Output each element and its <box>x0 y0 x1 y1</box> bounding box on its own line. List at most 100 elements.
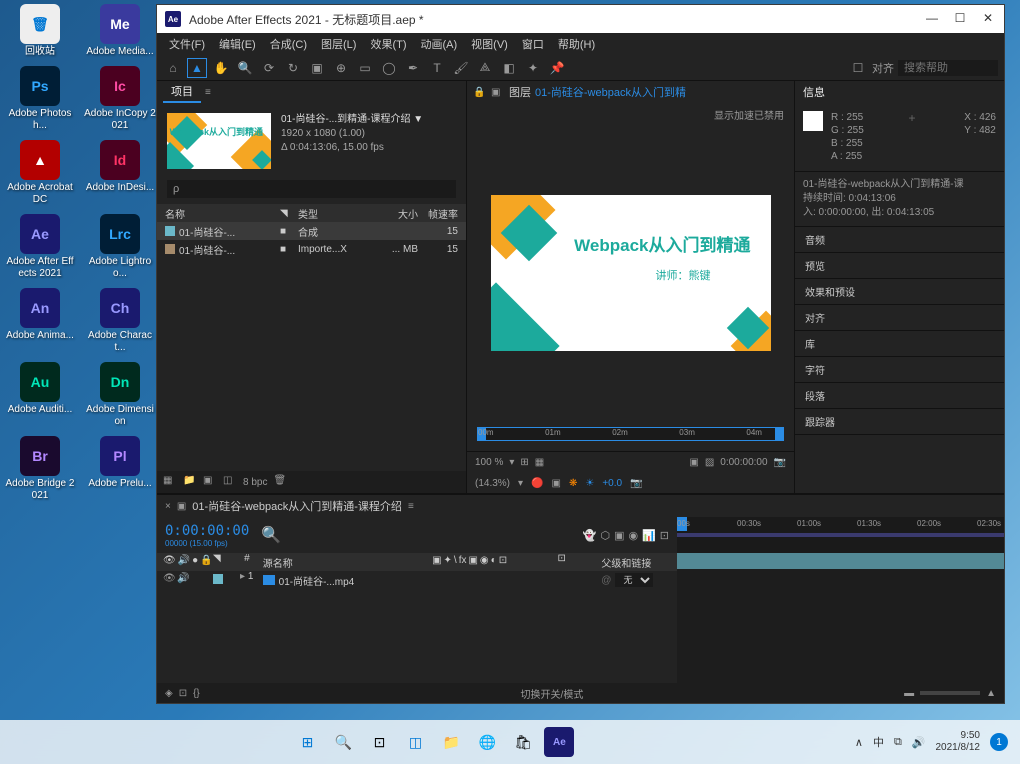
lock-col-icon[interactable]: 🔒 <box>200 555 212 569</box>
eraser-tool[interactable]: ◧ <box>499 58 519 78</box>
menu-item[interactable]: 合成(C) <box>264 34 313 54</box>
desktop-icon[interactable]: PlAdobe Prelu... <box>84 436 156 502</box>
layer-expand-icon[interactable]: ▸ <box>240 571 245 582</box>
panel-accordion[interactable]: 跟踪器 <box>795 409 1004 435</box>
exposure-icon[interactable]: ☀ <box>585 478 594 489</box>
timeline-track-area[interactable] <box>677 553 1004 683</box>
desktop-icon[interactable]: BrAdobe Bridge 2021 <box>4 436 76 502</box>
tl-zoom-in-icon[interactable]: ▲ <box>986 688 996 699</box>
lock-icon[interactable]: 🔒 <box>473 87 487 98</box>
timeline-tab[interactable]: 01-尚硅谷-webpack从入门到精通-课程介绍 <box>192 498 402 514</box>
layer-color-tag[interactable] <box>213 574 223 584</box>
clone-tool[interactable]: ⟁ <box>475 58 495 78</box>
folder-icon[interactable]: 📁 <box>183 475 197 489</box>
panel-accordion[interactable]: 效果和预设 <box>795 279 1004 305</box>
panel-accordion[interactable]: 段落 <box>795 383 1004 409</box>
comp-canvas[interactable]: 尚硅谷 Webpack从入门到精通 讲师：熊键 <box>491 195 771 351</box>
guides-icon[interactable]: ▦ <box>535 457 544 468</box>
tl-zoom-slider[interactable] <box>920 691 980 695</box>
menu-item[interactable]: 视图(V) <box>465 34 514 54</box>
desktop-icon[interactable]: IcAdobe InCopy 2021 <box>84 66 156 132</box>
desktop-icon[interactable]: AeAdobe After Effects 2021 <box>4 214 76 280</box>
pickwhip-icon[interactable]: @ <box>601 575 611 586</box>
selection-tool[interactable]: ▲ <box>187 58 207 78</box>
zoom-dropdown[interactable]: 100 % <box>475 457 503 468</box>
home-tool[interactable]: ⌂ <box>163 58 183 78</box>
tl-blend-icon[interactable]: ⊡ <box>179 688 187 699</box>
grid-icon[interactable]: ⊞ <box>520 457 528 468</box>
menu-item[interactable]: 图层(L) <box>315 34 362 54</box>
close-tab-icon[interactable]: × <box>165 501 171 512</box>
tl-frame-icon2[interactable]: {} <box>193 688 200 699</box>
menu-item[interactable]: 帮助(H) <box>552 34 601 54</box>
tl-marker-icon[interactable]: ◈ <box>165 688 173 699</box>
menu-item[interactable]: 效果(T) <box>364 34 412 54</box>
panel-accordion[interactable]: 预览 <box>795 253 1004 279</box>
puppet-tool[interactable]: 📌 <box>547 58 567 78</box>
desktop-icon[interactable]: AnAdobe Anima... <box>4 288 76 354</box>
rect-tool[interactable]: ▭ <box>355 58 375 78</box>
tl-blur-icon[interactable]: ◉ <box>628 529 638 542</box>
desktop-icon[interactable]: ChAdobe Charact... <box>84 288 156 354</box>
panel-accordion[interactable]: 库 <box>795 331 1004 357</box>
tl-shy-icon[interactable]: 👻 <box>583 529 597 542</box>
layer-tab-label[interactable]: 图层 <box>509 84 531 100</box>
asset-row[interactable]: 01-尚硅谷-...■合成15 <box>157 222 466 240</box>
asset-row[interactable]: 01-尚硅谷-...■Importe...X... MB15 <box>157 240 466 258</box>
tl-draft-icon[interactable]: ⊡ <box>660 529 669 542</box>
project-search[interactable] <box>167 180 456 198</box>
layer-name[interactable]: 01-尚硅谷-...mp4 <box>279 573 355 588</box>
roto-tool[interactable]: ✦ <box>523 58 543 78</box>
menu-item[interactable]: 编辑(E) <box>213 34 262 54</box>
snapshot-icon[interactable]: 📷 <box>774 457 786 468</box>
channel-icon[interactable]: 🔴 <box>531 478 543 489</box>
widgets-icon[interactable]: ◫ <box>400 727 430 757</box>
camera-icon[interactable]: 📷 <box>630 478 642 489</box>
tl-menu-icon[interactable]: ≡ <box>408 501 414 512</box>
tl-frame-icon[interactable]: ▣ <box>614 529 624 542</box>
rotation-tool[interactable]: ↻ <box>283 58 303 78</box>
ime-icon[interactable]: 中 <box>873 734 884 750</box>
trash-icon[interactable]: 🗑 <box>273 475 287 489</box>
camera-tool[interactable]: ▣ <box>307 58 327 78</box>
exposure-value[interactable]: +0.0 <box>602 478 622 489</box>
mask-icon[interactable]: ▣ <box>552 478 561 489</box>
tl-graph-icon[interactable]: 📊 <box>642 529 656 542</box>
eye-col-icon[interactable]: 👁 <box>163 555 176 569</box>
desktop-icon[interactable]: DnAdobe Dimension <box>84 362 156 428</box>
project-item-title[interactable]: 01-尚硅谷-...到精通-课程介绍 ▼ <box>281 113 423 127</box>
clock[interactable]: 9:50 2021/8/12 <box>936 730 981 754</box>
explorer-icon[interactable]: 📁 <box>436 727 466 757</box>
text-tool[interactable]: T <box>427 58 447 78</box>
edge-icon[interactable]: 🌐 <box>472 727 502 757</box>
task-view-icon[interactable]: ⊡ <box>364 727 394 757</box>
ae-taskbar-icon[interactable]: Ae <box>544 727 574 757</box>
color-icon[interactable]: ❋ <box>569 478 577 489</box>
comp-flow-icon[interactable]: ▣ <box>491 87 505 98</box>
orbit-tool[interactable]: ⟳ <box>259 58 279 78</box>
zoom-tool[interactable]: 🔍 <box>235 58 255 78</box>
minimize-button[interactable]: — <box>924 11 940 27</box>
hand-tool[interactable]: ✋ <box>211 58 231 78</box>
ellipse-tool[interactable]: ◯ <box>379 58 399 78</box>
menu-item[interactable]: 动画(A) <box>415 34 464 54</box>
desktop-icon[interactable]: AuAdobe Auditi... <box>4 362 76 428</box>
desktop-icon[interactable]: LrcAdobe Lightroo... <box>84 214 156 280</box>
panel-accordion[interactable]: 音频 <box>795 227 1004 253</box>
tray-expand-icon[interactable]: ∧ <box>855 736 863 749</box>
layer-duration-bar[interactable] <box>677 553 1004 569</box>
mag-dropdown[interactable]: (14.3%) <box>475 478 510 489</box>
menu-item[interactable]: 文件(F) <box>163 34 211 54</box>
layer-audio-icon[interactable]: 🔊 <box>177 573 189 587</box>
tl-search-icon[interactable]: 🔍 <box>261 525 279 545</box>
comp-tab-name[interactable]: 01-尚硅谷-webpack从入门到精 <box>535 84 686 100</box>
tl-zoom-out-icon[interactable]: ▬ <box>904 688 914 699</box>
transparency-icon[interactable]: ▨ <box>705 457 714 468</box>
layer-row[interactable]: 👁 🔊 ▸ 1 01-尚硅谷-...mp4 @ <box>157 571 677 589</box>
pen-tool[interactable]: ✒ <box>403 58 423 78</box>
brush-tool[interactable]: 🖌 <box>451 58 471 78</box>
start-button[interactable]: ⊞ <box>292 727 322 757</box>
panel-accordion[interactable]: 字符 <box>795 357 1004 383</box>
desktop-icon[interactable]: ▲Adobe Acrobat DC <box>4 140 76 206</box>
resolution-icon[interactable]: ▾ <box>509 457 514 468</box>
